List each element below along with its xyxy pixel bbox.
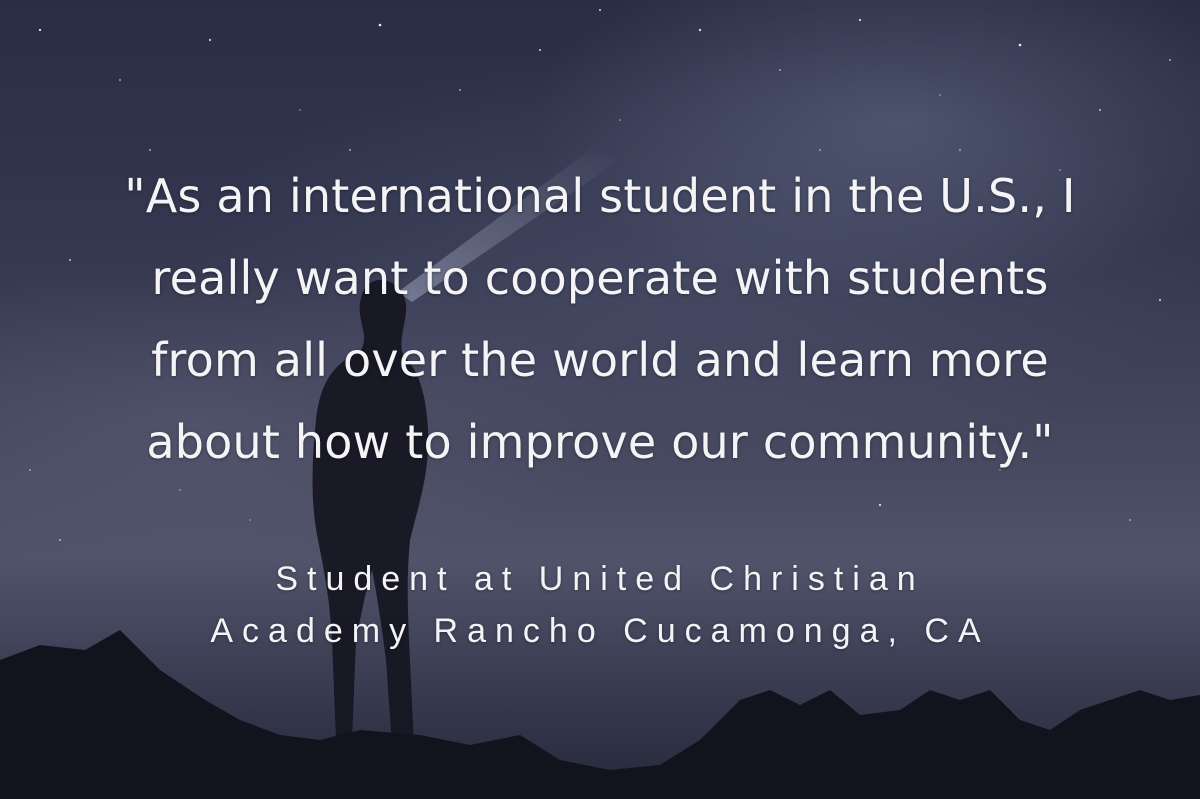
quote-line: really want to cooperate with students [151, 251, 1049, 305]
quote-line: about how to improve our community." [146, 415, 1054, 469]
attribution-line: Student at United Christian [275, 560, 925, 598]
testimonial-quote: "As an international student in the U.S.… [60, 155, 1140, 483]
quote-attribution: Student at United Christian Academy Ranc… [60, 553, 1140, 657]
quote-line: from all over the world and learn more [151, 333, 1049, 387]
quote-line: "As an international student in the U.S.… [124, 169, 1076, 223]
attribution-line: Academy Rancho Cucamonga, CA [210, 612, 990, 650]
quote-image: "As an international student in the U.S.… [0, 0, 1200, 799]
